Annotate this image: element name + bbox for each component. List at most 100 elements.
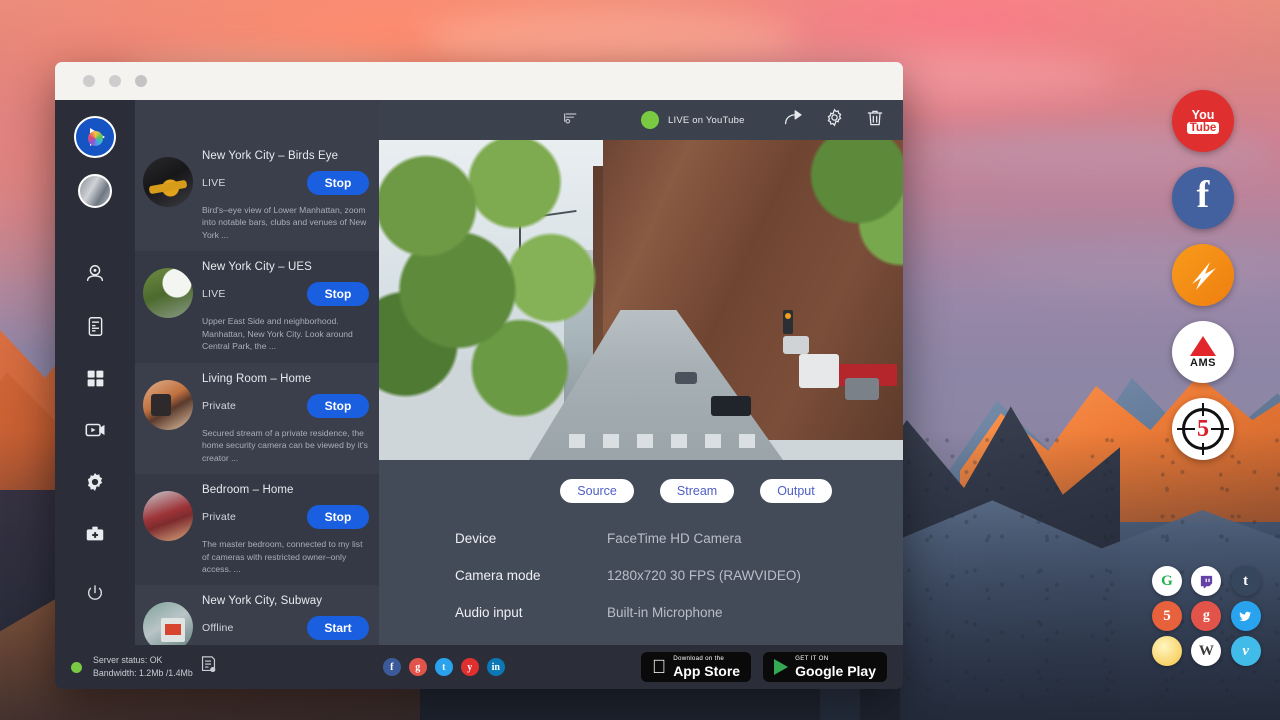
app-store-badge[interactable]:  Download on the App Store xyxy=(641,652,751,682)
user-avatar[interactable] xyxy=(78,174,112,208)
camera-toggle-button[interactable]: Stop xyxy=(307,505,369,529)
window-maximize-button[interactable] xyxy=(135,75,147,87)
tab-output[interactable]: Output xyxy=(760,479,832,503)
power-icon xyxy=(85,583,105,603)
camera-list-item[interactable]: Living Room – Home Private Stop Secured … xyxy=(135,363,379,474)
rail-item-camera[interactable] xyxy=(69,248,121,300)
log-button[interactable] xyxy=(200,655,217,679)
camera-status: LIVE xyxy=(202,177,226,189)
five-icon[interactable]: 5 xyxy=(1152,601,1182,631)
mini-glyph: t xyxy=(1243,573,1248,590)
gear-icon xyxy=(824,107,845,128)
tab-source[interactable]: Source xyxy=(560,479,634,503)
video-car xyxy=(675,372,697,384)
rail-item-device[interactable] xyxy=(69,300,121,352)
twitch-icon[interactable] xyxy=(1191,566,1221,596)
social-links: f g t y in xyxy=(383,658,505,676)
rail-item-grid[interactable] xyxy=(69,352,121,404)
google-plus-icon[interactable]: g xyxy=(1191,601,1221,631)
share-button[interactable] xyxy=(783,107,804,133)
social-glyph: y xyxy=(467,662,472,673)
camera-list-panel: New York City – Birds Eye LIVE Stop Bird… xyxy=(135,100,379,645)
share-icon xyxy=(783,107,804,128)
wordpress-icon[interactable]: W xyxy=(1191,636,1221,666)
spec-value[interactable]: FaceTime HD Camera xyxy=(607,531,742,546)
video-crosswalk xyxy=(569,434,763,448)
target5-desktop-icon[interactable]: 5 xyxy=(1172,398,1234,460)
rail-item-support[interactable] xyxy=(69,508,121,560)
linkedin-icon[interactable]: in xyxy=(487,658,505,676)
twitter-icon[interactable]: t xyxy=(435,658,453,676)
window-titlebar[interactable] xyxy=(55,62,903,100)
camera-description: Bird's–eye view of Lower Manhattan, zoom… xyxy=(202,204,369,241)
grammarly-icon[interactable]: G xyxy=(1152,566,1182,596)
twitter-icon[interactable] xyxy=(1231,601,1261,631)
status-text-group: Server status: OK Bandwidth: 1.2Mb /1.4M… xyxy=(93,654,193,680)
camera-toggle-button[interactable]: Start xyxy=(307,616,369,640)
trash-icon xyxy=(865,108,885,128)
firstaid-icon xyxy=(84,523,106,545)
status-bar: Server status: OK Bandwidth: 1.2Mb /1.4M… xyxy=(55,645,903,689)
mini-glyph: W xyxy=(1199,643,1214,660)
spec-label: Device xyxy=(455,531,607,546)
tab-stream[interactable]: Stream xyxy=(660,479,734,503)
adobe-ams-desktop-icon[interactable]: AMS xyxy=(1172,321,1234,383)
camera-list-item[interactable]: Bedroom – Home Private Stop The master b… xyxy=(135,474,379,585)
camera-list-item[interactable]: New York City – UES LIVE Stop Upper East… xyxy=(135,251,379,362)
source-specifications: Device FaceTime HD Camera Camera mode 12… xyxy=(455,531,903,642)
tumblr-icon[interactable]: t xyxy=(1231,566,1261,596)
camera-status-row: LIVE Stop xyxy=(202,282,369,306)
camera-title: Living Room – Home xyxy=(202,373,369,385)
camera-status: Private xyxy=(202,400,236,412)
video-preview[interactable] xyxy=(379,140,903,460)
app-store-small: Download on the xyxy=(673,656,740,662)
google-play-text: GET IT ON Google Play xyxy=(795,656,876,677)
mini-glyph: v xyxy=(1242,643,1249,660)
cloud xyxy=(980,240,1280,294)
video-car xyxy=(783,336,809,354)
rail-item-settings[interactable] xyxy=(69,456,121,508)
rail-item-video[interactable] xyxy=(69,404,121,456)
google-plus-icon[interactable]: g xyxy=(409,658,427,676)
desktop-mini-icon-grid: G t 5 g W v xyxy=(1152,566,1264,666)
camera-status-row: Offline Start xyxy=(202,616,369,640)
wirecast-desktop-icon[interactable] xyxy=(1172,244,1234,306)
video-trees-right xyxy=(769,140,903,280)
camera-toggle-button[interactable]: Stop xyxy=(307,282,369,306)
camera-list-item[interactable]: New York City, Subway Offline Start New … xyxy=(135,585,379,645)
window-minimize-button[interactable] xyxy=(109,75,121,87)
application-window: New York City – Birds Eye LIVE Stop Bird… xyxy=(55,62,903,689)
spec-value[interactable]: Built-in Microphone xyxy=(607,605,723,620)
spec-row: Camera mode 1280x720 30 FPS (RAWVIDEO) xyxy=(455,568,903,583)
twitch-glyph-icon xyxy=(1199,574,1214,589)
youtube-icon[interactable]: y xyxy=(461,658,479,676)
spec-value[interactable]: 1280x720 30 FPS (RAWVIDEO) xyxy=(607,568,801,583)
camera-info: Living Room – Home Private Stop Secured … xyxy=(202,371,369,464)
camera-thumbnail xyxy=(143,268,193,318)
vimeo-icon[interactable]: v xyxy=(1231,636,1261,666)
youtube-desktop-icon[interactable]: You Tube xyxy=(1172,90,1234,152)
log-document-icon xyxy=(200,655,217,674)
facebook-desktop-icon[interactable]: f xyxy=(1172,167,1234,229)
sort-filter-button[interactable] xyxy=(563,110,579,131)
app-logo[interactable] xyxy=(74,116,116,158)
delete-button[interactable] xyxy=(865,108,885,133)
social-glyph: f xyxy=(390,662,393,673)
camera-thumbnail xyxy=(143,380,193,430)
sun-icon[interactable] xyxy=(1152,636,1182,666)
lightning-bolt-icon xyxy=(1182,254,1224,296)
power-button[interactable] xyxy=(69,567,121,619)
window-close-button[interactable] xyxy=(83,75,95,87)
google-play-small: GET IT ON xyxy=(795,656,876,662)
settings-button[interactable] xyxy=(824,107,845,133)
mini-glyph: G xyxy=(1161,573,1173,590)
camera-toggle-button[interactable]: Stop xyxy=(307,171,369,195)
google-play-badge[interactable]: GET IT ON Google Play xyxy=(763,652,887,682)
camera-list-item[interactable]: New York City – Birds Eye LIVE Stop Bird… xyxy=(135,140,379,251)
camera-info: Bedroom – Home Private Stop The master b… xyxy=(202,482,369,575)
camera-toggle-button[interactable]: Stop xyxy=(307,394,369,418)
spec-row: Audio input Built-in Microphone xyxy=(455,605,903,620)
camera-title: Bedroom – Home xyxy=(202,484,369,496)
facebook-icon[interactable]: f xyxy=(383,658,401,676)
camera-list-scroll[interactable]: New York City – Birds Eye LIVE Stop Bird… xyxy=(135,140,379,645)
